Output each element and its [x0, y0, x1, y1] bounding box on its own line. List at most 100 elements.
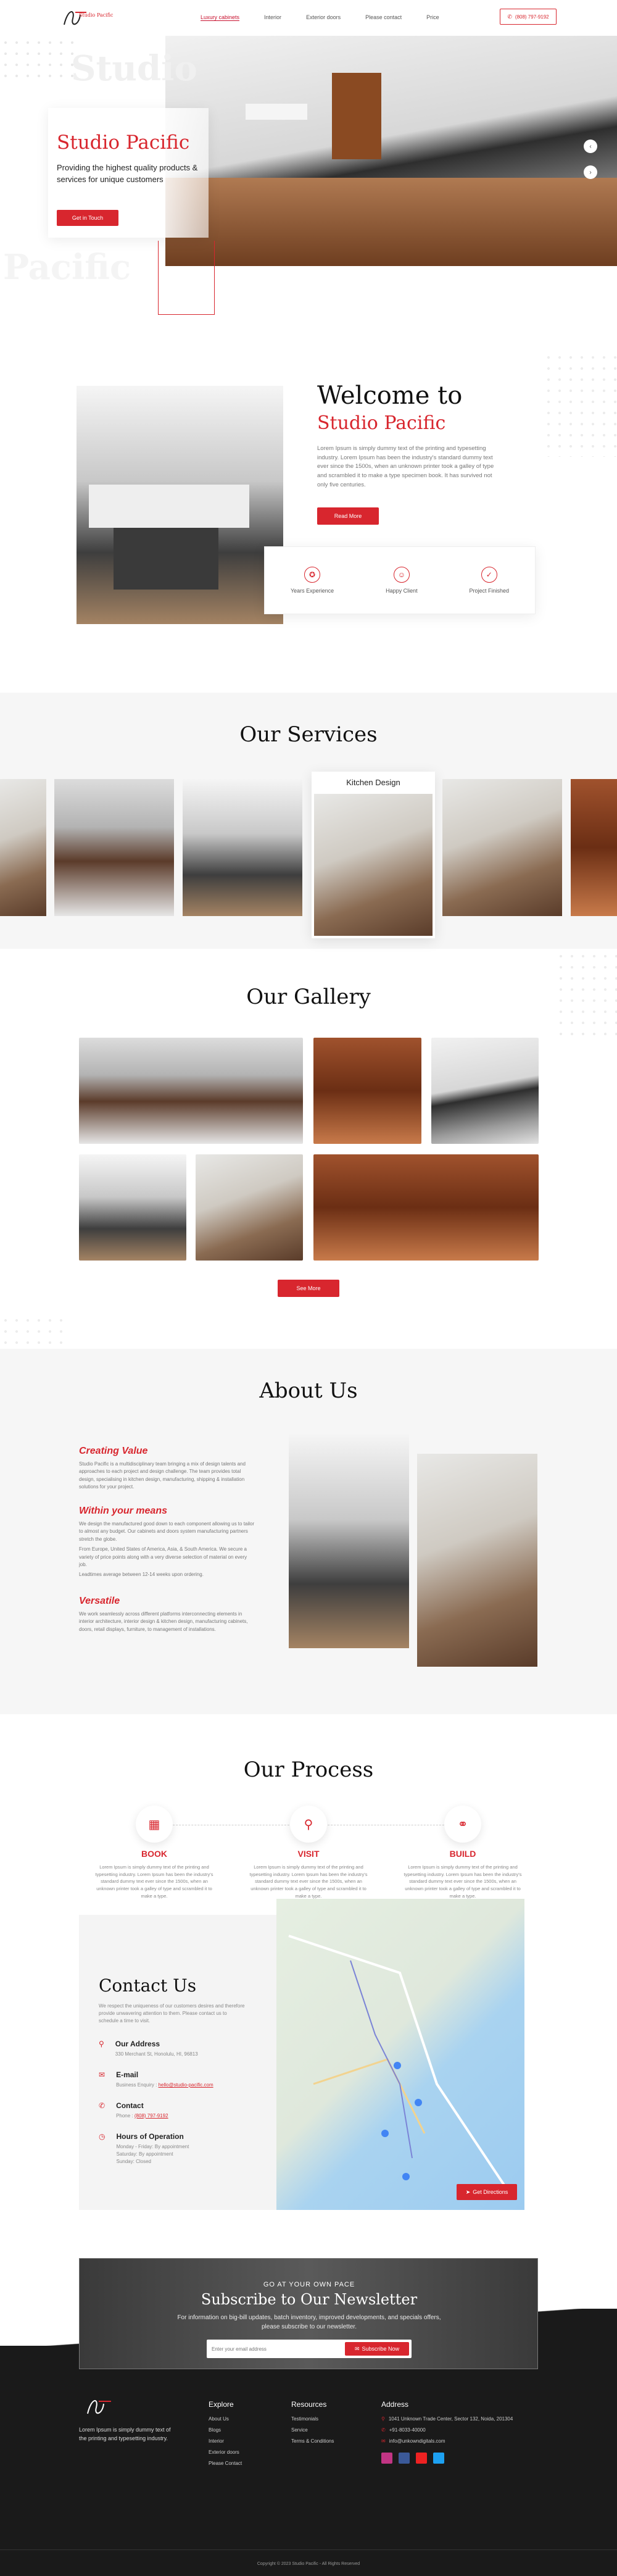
- process-step-label: BOOK: [141, 1849, 167, 1859]
- service-card-featured[interactable]: Kitchen Design: [312, 772, 435, 938]
- service-card[interactable]: [0, 779, 46, 916]
- footer-link[interactable]: Please Contact: [209, 2461, 242, 2466]
- contact-address: ⚲ Our Address 330 Merchant St, Honolulu, …: [99, 2040, 198, 2057]
- stat-years: ✪ Years Experience: [291, 567, 334, 594]
- hero-subtitle: Providing the highest quality products &…: [57, 163, 198, 184]
- about-image-1: [289, 1434, 409, 1648]
- hero-dots: [0, 37, 74, 80]
- service-card[interactable]: [54, 779, 174, 916]
- nav-interior[interactable]: Interior: [264, 14, 281, 21]
- welcome-read-more-button[interactable]: Read More: [317, 507, 379, 525]
- hero-bg-text-1: Studio: [71, 48, 197, 89]
- process-step-book: ▦ BOOK Lorem Ipsum is simply dummy text …: [93, 1806, 216, 1899]
- footer-copyright: Copyright © 2023 Studio Pacific - All Ri…: [257, 2562, 360, 2566]
- footer-divider: [0, 2549, 617, 2550]
- footer-address: Address ⚲ 1041 Unknown Trade Center, Sect…: [381, 2400, 523, 2464]
- about-text: Studio Pacific is a multidisciplinary te…: [79, 1461, 246, 1490]
- map-pin-icon: ⚲: [99, 2040, 104, 2048]
- gallery-image[interactable]: [79, 1154, 186, 1261]
- gallery-image[interactable]: [313, 1038, 421, 1144]
- newsletter-form: ✉Subscribe Now: [207, 2340, 412, 2358]
- footer-link[interactable]: About Us: [209, 2416, 242, 2422]
- process-step-visit: ⚲ VISIT Lorem Ipsum is simply dummy text…: [247, 1806, 370, 1899]
- hero-next-arrow[interactable]: ›: [584, 165, 597, 179]
- stat-label: Years Experience: [290, 588, 334, 594]
- about-title: About Us: [259, 1378, 358, 1403]
- logo-text: Studio Pacific: [79, 12, 114, 18]
- service-card[interactable]: [183, 779, 302, 916]
- contact-map[interactable]: ➤ Get Directions: [276, 1899, 524, 2210]
- contact-email: ✉ E-mail Business Enquiry : hello@studio-…: [99, 2070, 213, 2088]
- footer-link[interactable]: Blogs: [209, 2427, 242, 2433]
- footer-resources: Resources Testimonials Service Terms & C…: [291, 2400, 334, 2444]
- map-directions-button[interactable]: ➤ Get Directions: [457, 2184, 517, 2200]
- logo[interactable]: Studio Pacific: [62, 7, 114, 28]
- hero-prev-arrow[interactable]: ‹: [584, 140, 597, 153]
- about-heading: Versatile: [79, 1596, 120, 1606]
- stat-label: Happy Client: [386, 588, 418, 594]
- directions-icon: ➤: [465, 2188, 471, 2195]
- youtube-icon[interactable]: [416, 2453, 427, 2464]
- gallery-title: Our Gallery: [246, 985, 371, 1009]
- instagram-icon[interactable]: [381, 2453, 392, 2464]
- footer-link[interactable]: Exterior doors: [209, 2449, 242, 2455]
- email-link[interactable]: hello@studio-pacific.com: [159, 2082, 213, 2088]
- map-roads: [288, 1935, 512, 2196]
- process-title: Our Process: [243, 1757, 374, 1782]
- nav-luxury-cabinets[interactable]: Luxury cabinets: [201, 14, 240, 21]
- service-featured-image: [314, 794, 433, 936]
- about-heading: Within your means: [79, 1506, 167, 1516]
- badge-icon: ✪: [304, 567, 321, 583]
- footer-logo[interactable]: [84, 2395, 115, 2417]
- gallery-image[interactable]: [313, 1154, 539, 1261]
- phone-link[interactable]: (808) 797-9192: [135, 2113, 168, 2119]
- gallery-image[interactable]: [196, 1154, 303, 1261]
- hero-image: [165, 36, 617, 266]
- footer-about: Lorem Ipsum is simply dummy text of the …: [79, 2427, 171, 2441]
- footer-link[interactable]: Terms & Conditions: [291, 2438, 334, 2444]
- footer-bg: [0, 2335, 617, 2576]
- facebook-icon[interactable]: [399, 2453, 410, 2464]
- hero-cta-button[interactable]: Get in Touch: [57, 210, 118, 226]
- contact-hours: ◷ Hours of Operation Monday - Friday: By…: [99, 2132, 189, 2164]
- nav-exterior-doors[interactable]: Exterior doors: [306, 14, 341, 21]
- contact-intro: We respect the uniqueness of our custome…: [99, 2003, 245, 2024]
- footer-link[interactable]: Testimonials: [291, 2416, 334, 2422]
- twitter-icon[interactable]: [433, 2453, 444, 2464]
- service-card[interactable]: [571, 779, 617, 916]
- stats-card: ✪ Years Experience ☺ Happy Client ✓ Proj…: [264, 546, 536, 614]
- welcome-title-2: Studio Pacific: [317, 412, 446, 434]
- newsletter-subscribe-button[interactable]: ✉ Subscribe Now: [345, 2342, 409, 2356]
- map-pin-icon: ⚲: [381, 2416, 385, 2422]
- process-step-text: Lorem Ipsum is simply dummy text of the …: [404, 1864, 522, 1899]
- contact-card: Contact Us We respect the uniqueness of …: [79, 1915, 276, 2210]
- send-icon: ✉: [354, 2345, 360, 2352]
- phone-icon: ✆: [381, 2427, 386, 2433]
- footer-link[interactable]: Service: [291, 2427, 334, 2433]
- newsletter-banner: GO AT YOUR OWN PACE Subscribe to Our New…: [79, 2258, 538, 2369]
- welcome-image: [77, 386, 283, 624]
- handshake-icon: ⚭: [444, 1806, 481, 1843]
- hero-bg-text-2: Pacific: [3, 247, 131, 288]
- newsletter-email-input[interactable]: [212, 2343, 335, 2354]
- gallery-image[interactable]: [431, 1038, 539, 1144]
- footer-link[interactable]: Interior: [209, 2438, 242, 2444]
- nav-please-contact[interactable]: Please contact: [365, 14, 402, 21]
- footer-explore: Explore About Us Blogs Interior Exterior…: [209, 2400, 242, 2466]
- about-block-3: Versatile We work seamlessly across diff…: [79, 1596, 255, 1633]
- phone-button[interactable]: ✆ (808) 797-9192: [500, 9, 557, 25]
- gallery-image[interactable]: [79, 1038, 303, 1144]
- stat-happy-client: ☺ Happy Client: [386, 567, 418, 594]
- service-featured-label: Kitchen Design: [346, 778, 400, 787]
- nav-price[interactable]: Price: [426, 14, 439, 21]
- about-block-2: Within your means We design the manufact…: [79, 1506, 255, 1579]
- welcome-dots: [543, 352, 617, 457]
- phone-label: (808) 797-9192: [515, 14, 549, 20]
- logo-icon: [87, 2400, 111, 2414]
- gallery-see-more-button[interactable]: See More: [278, 1280, 339, 1297]
- contact-phone: ✆ Contact Phone : (808) 797-9192: [99, 2101, 168, 2119]
- service-card[interactable]: [442, 779, 562, 916]
- stat-label: Project Finished: [469, 588, 510, 594]
- services-title: Our Services: [239, 722, 378, 747]
- hero-card: Studio Pacific Providing the highest qua…: [48, 108, 209, 238]
